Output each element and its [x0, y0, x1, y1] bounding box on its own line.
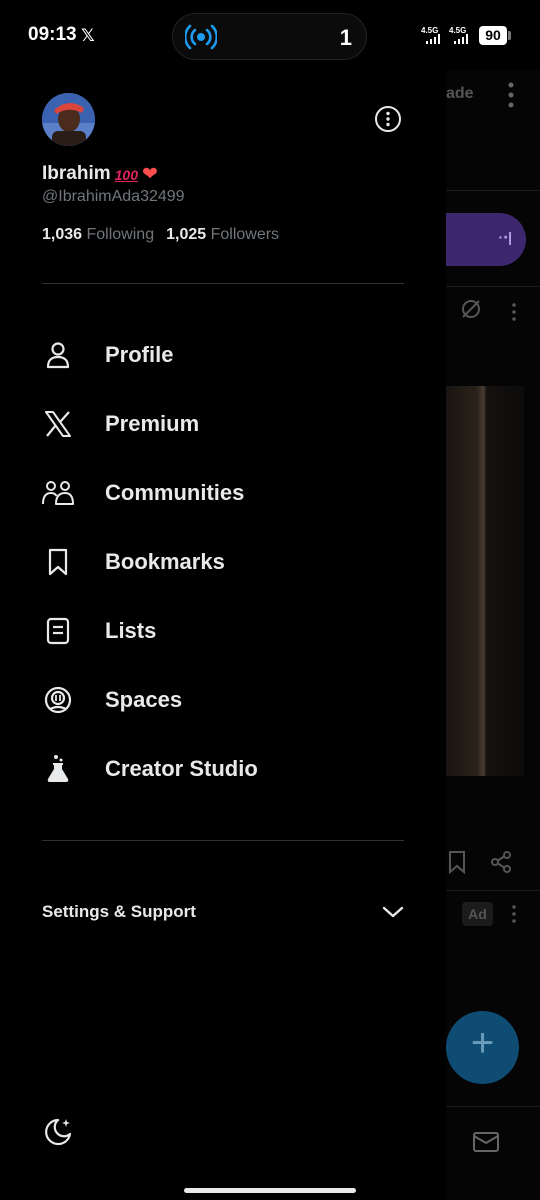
share-icon: [491, 851, 511, 873]
followers-link[interactable]: 1,025 Followers: [166, 226, 285, 244]
communities-icon: [42, 477, 74, 509]
ad-badge: Ad: [462, 902, 493, 926]
broadcast-icon: [185, 24, 217, 50]
divider: [42, 840, 404, 841]
grok-icon: [462, 300, 480, 318]
account-options-icon[interactable]: [374, 105, 402, 133]
menu-item-premium[interactable]: Premium: [42, 396, 404, 452]
menu-item-spaces[interactable]: Spaces: [42, 672, 404, 728]
following-count: 1,036: [42, 226, 83, 243]
menu-label: Premium: [105, 411, 200, 436]
flask-icon: [42, 753, 74, 785]
profile-handle: @IbrahimAda32499: [42, 188, 185, 205]
background-pill-button: ·‧|: [446, 213, 526, 266]
person-icon: [42, 339, 74, 371]
menu-item-bookmarks[interactable]: Bookmarks: [42, 534, 404, 590]
background-header-text: ade: [446, 85, 474, 102]
more-vertical-icon: [512, 303, 516, 321]
profile-name: Ibrahim: [42, 163, 111, 184]
mail-icon: [473, 1132, 499, 1152]
followers-count: 1,025: [166, 226, 207, 243]
navigation-drawer: Ibrahim 100 ❤ @IbrahimAda32499 1,036 Fol…: [0, 70, 446, 1200]
background-post-image: [446, 386, 524, 776]
menu-item-communities[interactable]: Communities: [42, 465, 404, 521]
divider: [446, 1106, 540, 1107]
list-icon: [42, 615, 74, 647]
home-indicator[interactable]: [184, 1188, 356, 1193]
following-label: Following: [86, 226, 155, 243]
signal-icon-2: 4.5G: [449, 26, 471, 44]
divider: [42, 283, 404, 284]
live-count: 1: [339, 25, 352, 50]
menu-label: Profile: [105, 342, 174, 367]
menu-label: Bookmarks: [105, 549, 225, 574]
hundred-points-emoji: 100: [114, 166, 138, 183]
divider: [446, 190, 540, 191]
bookmark-icon: [449, 851, 465, 874]
signal-icon: 4.5G: [421, 26, 443, 44]
settings-support-label: Settings & Support: [42, 902, 196, 921]
moon-icon[interactable]: [42, 1116, 74, 1148]
compose-button: +: [446, 1011, 519, 1084]
status-time: 09:13: [28, 24, 77, 45]
avatar[interactable]: [42, 93, 95, 146]
avatar-image: [42, 93, 95, 146]
divider: [446, 286, 540, 287]
following-link[interactable]: 1,036 Following: [42, 226, 160, 244]
menu-label: Spaces: [105, 687, 183, 712]
menu-item-creator-studio[interactable]: Creator Studio: [42, 741, 404, 797]
menu-label: Creator Studio: [105, 756, 258, 781]
divider: [446, 890, 540, 891]
bookmark-icon: [42, 546, 74, 578]
x-logo-icon: [42, 408, 74, 440]
live-activity-island[interactable]: 1: [172, 13, 367, 60]
settings-support-toggle[interactable]: Settings & Support: [42, 888, 404, 936]
x-app-icon: 𝕏: [81, 26, 95, 45]
more-vertical-icon: [512, 905, 516, 923]
followers-label: Followers: [210, 226, 280, 243]
battery-tip: [508, 31, 511, 40]
chevron-down-icon: [382, 906, 404, 918]
follow-stats: 1,036 Following 1,025 Followers: [42, 226, 285, 244]
background-feed[interactable]: ade ·‧| Ad +: [446, 70, 540, 1200]
menu-label: Communities: [105, 480, 245, 505]
spaces-icon: [42, 684, 74, 716]
menu-label: Lists: [105, 618, 157, 643]
more-vertical-icon: [508, 82, 514, 108]
profile-name-row[interactable]: Ibrahim 100 ❤: [42, 163, 158, 185]
battery-icon: 90: [479, 26, 507, 45]
heart-emoji: ❤: [141, 163, 158, 185]
status-bar: 09:13 𝕏 1 4.5G 4.5G 90: [0, 0, 540, 70]
menu-item-profile[interactable]: Profile: [42, 327, 404, 383]
menu-item-lists[interactable]: Lists: [42, 603, 404, 659]
